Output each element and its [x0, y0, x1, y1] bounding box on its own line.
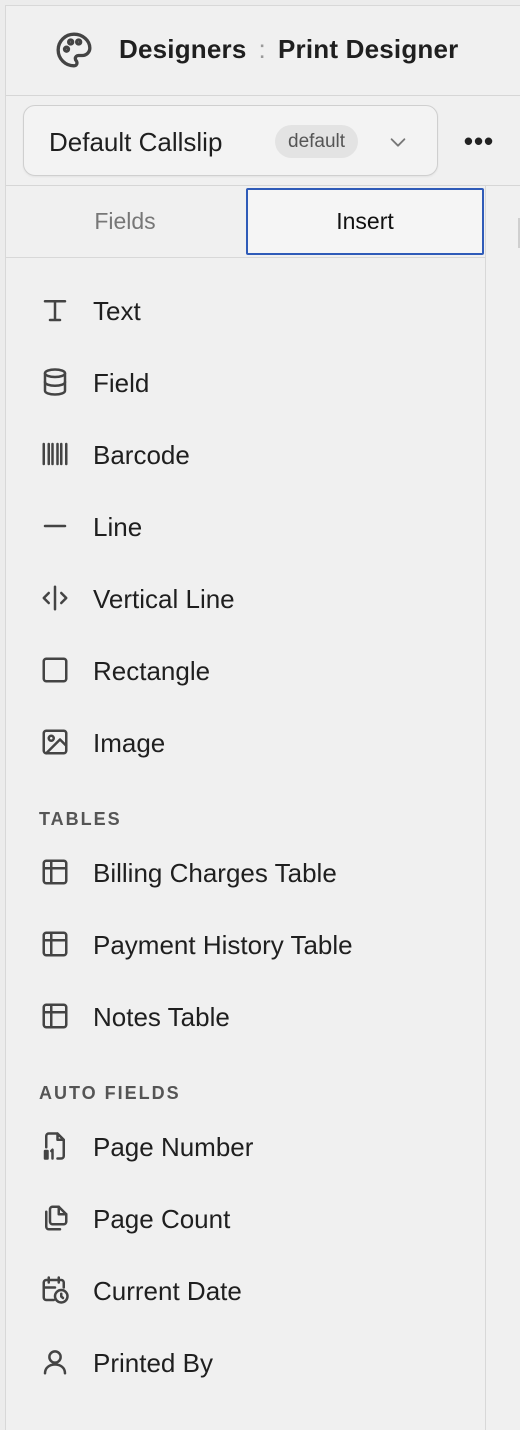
insert-panel: Fields Insert Text Field Barcode Line Ve… — [6, 186, 486, 1430]
rectangle-icon — [40, 655, 70, 685]
section-title-auto-fields: AUTO FIELDS — [39, 1083, 181, 1103]
insert-item-label: Rectangle — [93, 656, 211, 686]
insert-item-label: Notes Table — [93, 1002, 230, 1032]
insert-item-label: Field — [93, 368, 150, 398]
table-icon — [40, 929, 70, 959]
insert-item-notes-table[interactable]: Notes Table — [6, 986, 476, 1046]
tab-insert[interactable]: Insert — [246, 188, 484, 255]
insert-item-billing-charges-table[interactable]: Billing Charges Table — [6, 842, 476, 902]
palette-icon — [54, 30, 94, 70]
table-icon — [40, 857, 70, 887]
image-icon — [40, 727, 70, 757]
insert-item-label: Image — [93, 728, 166, 758]
insert-item-page-count[interactable]: Page Count — [6, 1188, 476, 1248]
insert-item-text[interactable]: Text — [6, 280, 476, 340]
vertical-line-icon — [40, 583, 70, 613]
insert-item-current-date[interactable]: Current Date — [6, 1260, 476, 1320]
toolbar: Default Callslip default ••• — [6, 96, 520, 248]
page-title: Print Designer — [277, 34, 459, 64]
page-number-icon — [40, 1131, 70, 1161]
text-icon — [40, 295, 70, 325]
more-options-button[interactable]: ••• — [458, 124, 500, 158]
table-icon — [40, 1001, 70, 1031]
insert-item-label: Billing Charges Table — [93, 858, 337, 888]
chevron-down-icon — [387, 131, 409, 153]
database-icon — [40, 367, 70, 397]
default-badge: default — [275, 125, 359, 158]
insert-item-field[interactable]: Field — [6, 352, 476, 412]
layout-selector[interactable]: Default Callslip default — [23, 105, 438, 176]
insert-item-printed-by[interactable]: Printed By — [6, 1332, 476, 1392]
insert-item-label: Text — [93, 296, 141, 326]
insert-item-label: Current Date — [93, 1276, 242, 1306]
line-icon — [40, 511, 70, 541]
breadcrumb-separator: : — [258, 34, 266, 64]
panel-tabs: Fields Insert — [6, 186, 486, 258]
insert-item-barcode[interactable]: Barcode — [6, 424, 476, 484]
section-title-tables: TABLES — [39, 809, 122, 829]
insert-item-label: Page Number — [93, 1132, 254, 1162]
layout-name: Default Callslip — [49, 127, 223, 157]
insert-item-label: Printed By — [93, 1348, 213, 1378]
insert-item-line[interactable]: Line — [6, 496, 476, 556]
header: Designers : Print Designer — [6, 6, 520, 96]
insert-item-label: Line — [93, 512, 143, 542]
insert-item-image[interactable]: Image — [6, 712, 476, 772]
user-icon — [40, 1347, 70, 1377]
insert-item-label: Barcode — [93, 440, 190, 470]
barcode-icon — [40, 439, 70, 469]
insert-item-rectangle[interactable]: Rectangle — [6, 640, 476, 700]
tab-fields[interactable]: Fields — [6, 188, 244, 255]
print-designer-window: Designers : Print Designer Default Calls… — [5, 5, 520, 1430]
insert-item-label: Vertical Line — [93, 584, 235, 614]
insert-item-label: Page Count — [93, 1204, 231, 1234]
insert-item-vertical-line[interactable]: Vertical Line — [6, 568, 476, 628]
page-count-icon — [40, 1203, 70, 1233]
insert-item-label: Payment History Table — [93, 930, 353, 960]
calendar-clock-icon — [40, 1275, 70, 1305]
breadcrumb: Designers : Print Designer — [119, 34, 458, 65]
breadcrumb-app[interactable]: Designers — [119, 34, 247, 65]
insert-item-payment-history-table[interactable]: Payment History Table — [6, 914, 476, 974]
insert-item-page-number[interactable]: Page Number — [6, 1116, 476, 1176]
